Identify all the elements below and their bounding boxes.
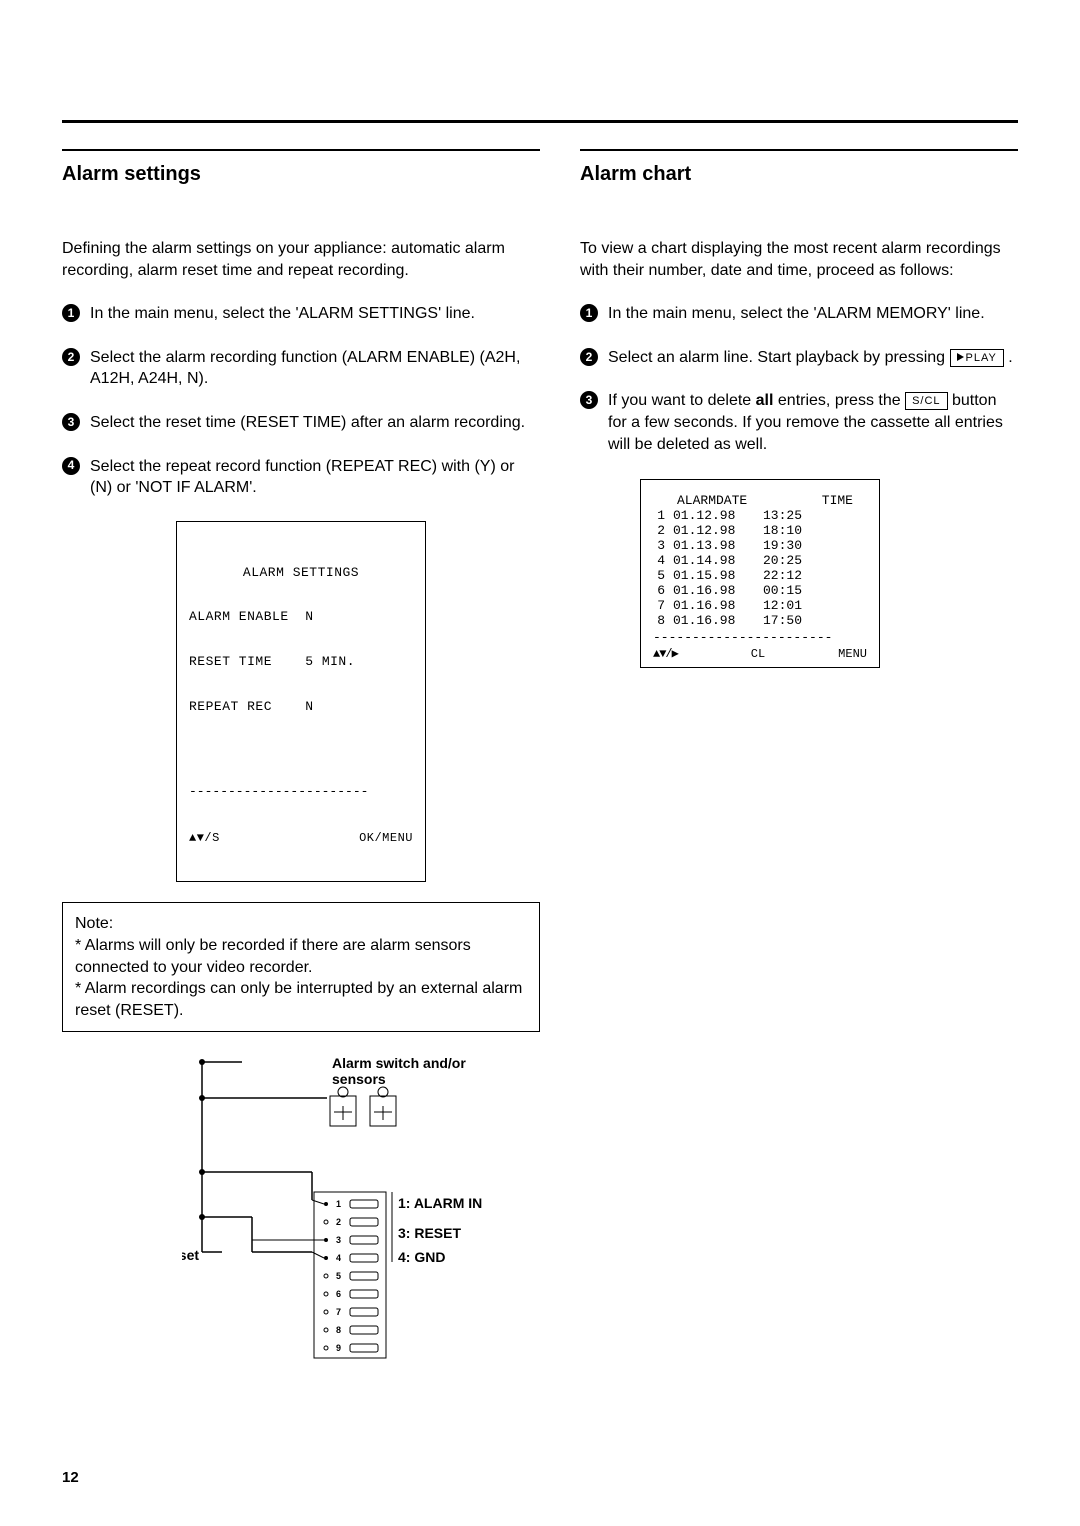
right-intro: To view a chart displaying the most rece…	[580, 238, 1018, 281]
osd-footer-left: ▲▼/S	[189, 832, 220, 846]
diagram-top-label-1: Alarm switch and/or	[332, 1055, 466, 1071]
alarm-connector-diagram: Alarm switch and/or sensors	[182, 1052, 542, 1372]
left-step-2: 2 Select the alarm recording function (A…	[62, 347, 540, 390]
osd2-head-right: TIME	[822, 494, 853, 509]
svg-text:9: 9	[336, 1343, 341, 1353]
osd-alarm-chart: ALARMDATE TIME 101.12.9813:25201.12.9818…	[640, 479, 880, 668]
diagram-right-label-2: 3: RESET	[398, 1225, 461, 1241]
osd2-footer-left: ▲▼/▶	[653, 648, 678, 662]
svg-text:7: 7	[336, 1307, 341, 1317]
right-step-2: 2 Select an alarm line. Start playback b…	[580, 347, 1018, 369]
right-step-2-text: Select an alarm line. Start playback by …	[608, 347, 1018, 369]
alarm-row: 101.12.9813:25	[653, 509, 867, 524]
right-heading-rule	[580, 149, 1018, 151]
step-bullet-3: 3	[62, 413, 80, 431]
left-step-2-text: Select the alarm recording function (ALA…	[90, 347, 540, 390]
osd2-rows: 101.12.9813:25201.12.9818:10301.13.9819:…	[653, 509, 867, 629]
right-step-3: 3 If you want to delete all entries, pre…	[580, 390, 1018, 455]
alarm-row: 401.14.9820:25	[653, 554, 867, 569]
alarm-row: 801.16.9817:50	[653, 614, 867, 629]
svg-text:3: 3	[336, 1235, 341, 1245]
alarm-row: 601.16.9800:15	[653, 584, 867, 599]
alarm-row: 701.16.9812:01	[653, 599, 867, 614]
right-step-2a: Select an alarm line. Start playback by …	[608, 349, 950, 366]
right-step-3-bold: all	[756, 392, 774, 409]
step-bullet-1: 1	[62, 304, 80, 322]
page-number: 12	[62, 1469, 79, 1486]
page-top-rule	[62, 120, 1018, 123]
left-step-3: 3 Select the reset time (RESET TIME) aft…	[62, 412, 540, 434]
left-step-3-text: Select the reset time (RESET TIME) after…	[90, 412, 540, 434]
osd2-head-left: ALARMDATE	[677, 494, 747, 509]
right-heading: Alarm chart	[580, 163, 1018, 186]
osd-line-1: ALARM ENABLE N	[189, 610, 413, 625]
left-heading: Alarm settings	[62, 163, 540, 186]
svg-text:1: 1	[336, 1199, 341, 1209]
step-bullet-r2: 2	[580, 348, 598, 366]
left-step-1-text: In the main menu, select the 'ALARM SETT…	[90, 303, 540, 325]
note-line-1: * Alarms will only be recorded if there …	[75, 935, 527, 978]
diagram-top-label-2: sensors	[332, 1071, 386, 1087]
note-box: Note: * Alarms will only be recorded if …	[62, 902, 540, 1032]
note-line-2: * Alarm recordings can only be interrupt…	[75, 978, 527, 1021]
step-bullet-2: 2	[62, 348, 80, 366]
connector-pins: 1 2 3 4 5 6 7 8 9	[324, 1199, 378, 1353]
step-bullet-4: 4	[62, 457, 80, 475]
osd2-divider: -----------------------	[653, 631, 867, 646]
alarm-row: 501.15.9822:12	[653, 569, 867, 584]
left-step-4-text: Select the repeat record function (REPEA…	[90, 456, 540, 499]
alarm-row: 201.12.9818:10	[653, 524, 867, 539]
step-bullet-r3: 3	[580, 391, 598, 409]
diagram-right-label-3: 4: GND	[398, 1249, 445, 1265]
scl-key: S/CL	[905, 392, 947, 410]
left-column: Alarm settings Defining the alarm settin…	[62, 149, 540, 1372]
osd-divider: -----------------------	[189, 785, 413, 800]
diagram-right-label-1: 1: ALARM IN	[398, 1195, 482, 1211]
right-step-2b: .	[1004, 349, 1013, 366]
sensor-icon-1	[330, 1087, 356, 1126]
step-bullet-r1: 1	[580, 304, 598, 322]
right-step-1: 1 In the main menu, select the 'ALARM ME…	[580, 303, 1018, 325]
right-step-3a: If you want to delete	[608, 392, 756, 409]
osd-line-2: RESET TIME 5 MIN.	[189, 655, 413, 670]
osd-line-3: REPEAT REC N	[189, 700, 413, 715]
osd-footer-right: OK/MENU	[359, 832, 413, 846]
right-step-3b: entries, press the	[773, 392, 905, 409]
right-step-3-text: If you want to delete all entries, press…	[608, 390, 1018, 455]
osd2-footer-mid: CL	[751, 648, 765, 662]
svg-text:4: 4	[336, 1253, 341, 1263]
left-intro: Defining the alarm settings on your appl…	[62, 238, 540, 281]
right-step-1-text: In the main menu, select the 'ALARM MEMO…	[608, 303, 1018, 325]
sensor-icon-2	[370, 1087, 396, 1126]
left-heading-rule	[62, 149, 540, 151]
note-heading: Note:	[75, 913, 527, 935]
right-column: Alarm chart To view a chart displaying t…	[580, 149, 1018, 1372]
osd2-footer-right: MENU	[838, 648, 867, 662]
osd-title: ALARM SETTINGS	[189, 566, 413, 581]
diagram-left-label-2: Alarm reset	[182, 1247, 199, 1263]
play-key: PLAY	[950, 349, 1004, 367]
svg-text:2: 2	[336, 1217, 341, 1227]
osd-alarm-settings: ALARM SETTINGS ALARM ENABLE N RESET TIME…	[176, 521, 426, 883]
left-step-1: 1 In the main menu, select the 'ALARM SE…	[62, 303, 540, 325]
alarm-row: 301.13.9819:30	[653, 539, 867, 554]
left-step-4: 4 Select the repeat record function (REP…	[62, 456, 540, 499]
svg-text:5: 5	[336, 1271, 341, 1281]
svg-text:6: 6	[336, 1289, 341, 1299]
play-icon	[957, 353, 964, 361]
svg-text:8: 8	[336, 1325, 341, 1335]
